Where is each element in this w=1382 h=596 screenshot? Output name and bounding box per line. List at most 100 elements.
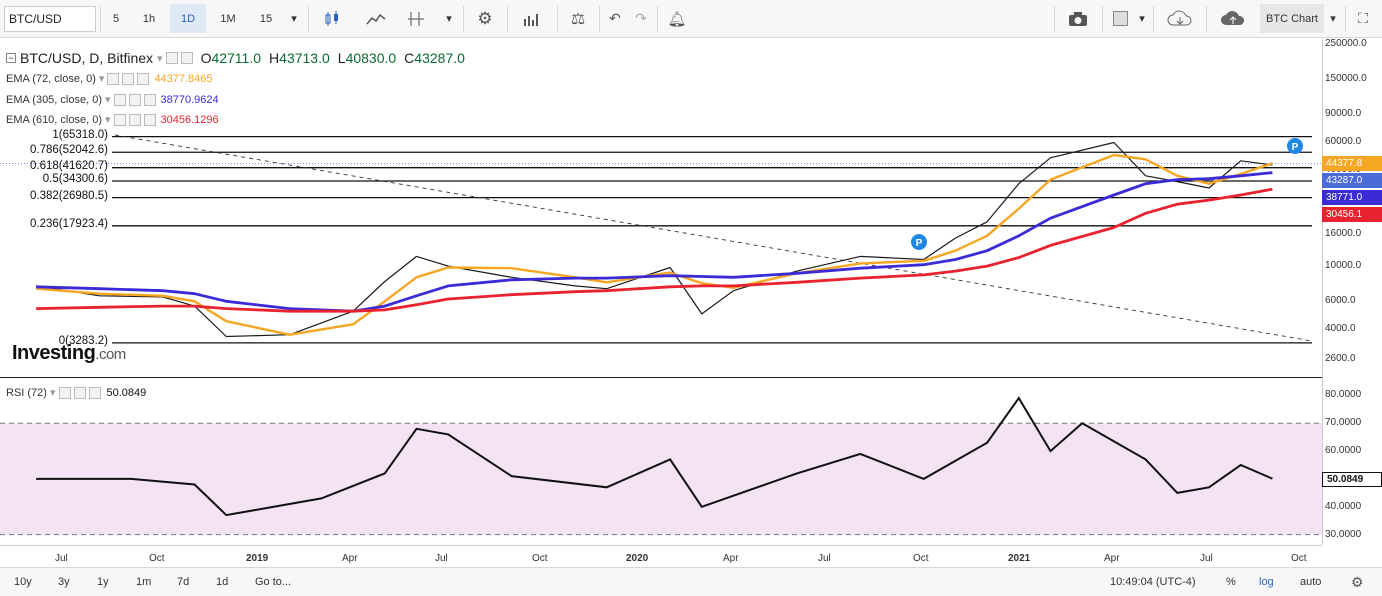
gear-icon[interactable] — [180, 52, 193, 64]
gear-icon[interactable] — [128, 113, 141, 126]
fullscreen-icon[interactable]: ⛶ — [1348, 4, 1378, 33]
range-7d-button[interactable]: 7d — [177, 573, 189, 591]
cloud-upload-icon[interactable] — [1208, 4, 1258, 33]
gear-icon[interactable] — [122, 72, 135, 85]
interval-1m-button[interactable]: 1M — [210, 4, 246, 33]
clock: 10:49:04 (UTC-4) — [1110, 576, 1196, 588]
low-value: 40830.0 — [345, 50, 397, 66]
investing-logo: Investing.com — [12, 342, 126, 365]
high-value: 43713.0 — [279, 50, 330, 66]
price-axis-label: 90000.0 — [1325, 108, 1362, 120]
separator — [657, 6, 658, 32]
alert-icon[interactable]: 🔔︎ — [660, 4, 694, 33]
price-axis-label: 60000.0 — [1325, 136, 1362, 148]
pane-divider[interactable] — [0, 377, 1322, 378]
chevron-down-icon[interactable]: ▾ — [438, 4, 460, 33]
chevron-down-icon[interactable]: ▾ — [157, 52, 163, 65]
camera-icon[interactable] — [1058, 4, 1098, 33]
chevron-down-icon[interactable]: ▾ — [105, 93, 111, 106]
interval-5-button[interactable]: 5 — [102, 4, 130, 33]
rsi-axis-label: 60.0000 — [1325, 445, 1362, 457]
auto-toggle[interactable]: auto — [1300, 573, 1321, 591]
rsi-chart[interactable] — [0, 379, 1322, 545]
logo-suffix: .com — [95, 346, 126, 363]
gear-icon[interactable] — [128, 93, 141, 106]
range-1d-button[interactable]: 1d — [216, 573, 228, 591]
close-label: C — [404, 50, 415, 66]
scale-icon[interactable]: ⚖ — [560, 4, 596, 33]
open-label: O — [200, 50, 212, 66]
candles-icon[interactable] — [312, 4, 352, 33]
interval-15-button[interactable]: 15 — [250, 4, 282, 33]
time-axis-label: Jul — [435, 553, 448, 564]
rsi-axis-label: 40.0000 — [1325, 500, 1362, 512]
time-axis-label: Oct — [532, 553, 548, 564]
interval-1h-button[interactable]: 1h — [132, 4, 166, 33]
undo-icon[interactable]: ↶ — [602, 4, 628, 33]
symbol-input[interactable] — [4, 6, 96, 32]
close-icon[interactable] — [143, 93, 156, 106]
fib-level-label: 0.786(52042.6) — [29, 144, 108, 157]
time-axis-label: Jul — [1200, 553, 1213, 564]
separator — [507, 6, 508, 32]
gear-icon[interactable]: ⚙ — [1351, 573, 1364, 591]
cloud-download-icon[interactable] — [1156, 4, 1204, 33]
chevron-down-icon[interactable]: ▾ — [50, 386, 56, 399]
price-axis-label: 250000.0 — [1325, 38, 1367, 49]
time-axis[interactable] — [0, 545, 1322, 567]
collapse-icon[interactable]: − — [6, 53, 16, 63]
eye-icon[interactable] — [107, 72, 120, 85]
compare-icon[interactable] — [398, 4, 434, 33]
eye-icon[interactable] — [58, 386, 71, 399]
range-1m-button[interactable]: 1m — [136, 573, 151, 591]
fib-level-label: 0.5(34300.6) — [42, 173, 108, 186]
rsi-value-tag: 50.0849 — [1322, 472, 1382, 487]
time-axis-label: Oct — [913, 553, 929, 564]
price-chart[interactable]: PP — [0, 39, 1322, 376]
eye-icon[interactable] — [113, 113, 126, 126]
goto-button[interactable]: Go to... — [255, 573, 291, 591]
main-legend: − BTC/USD, D, Bitfinex ▾ O 42711.0 H 43713… — [6, 50, 465, 66]
time-axis-label: Jul — [55, 553, 68, 564]
rsi-band — [0, 423, 1322, 535]
percent-toggle[interactable]: % — [1226, 573, 1236, 591]
ema-line — [36, 171, 1273, 313]
rsi-value: 50.0849 — [106, 386, 147, 399]
chevron-down-icon[interactable]: ▾ — [105, 113, 111, 126]
gear-icon[interactable]: ⚙ — [466, 4, 504, 33]
chevron-down-icon[interactable]: ▾ — [1134, 4, 1150, 33]
open-value: 42711.0 — [211, 50, 262, 66]
indicators-icon[interactable] — [510, 4, 554, 33]
separator — [1102, 6, 1103, 32]
logo-brand: Investing — [12, 342, 96, 364]
close-icon[interactable] — [143, 113, 156, 126]
layout-name-button[interactable]: BTC Chart — [1260, 4, 1324, 33]
rsi-axis-label: 70.0000 — [1325, 417, 1362, 429]
redo-icon[interactable]: ↷ — [628, 4, 654, 33]
legend-title: BTC/USD, D, Bitfinex — [20, 50, 154, 66]
range-3y-button[interactable]: 3y — [58, 573, 70, 591]
close-icon[interactable] — [88, 386, 101, 399]
price-axis-label: 16000.0 — [1325, 227, 1362, 239]
ema-value: 38770.9624 — [160, 93, 219, 106]
eye-icon[interactable] — [165, 52, 178, 64]
chevron-down-icon[interactable]: ▾ — [284, 4, 304, 33]
price-axis-label: 6000.0 — [1325, 295, 1356, 307]
chevron-down-icon[interactable]: ▾ — [99, 72, 105, 85]
gear-icon[interactable] — [73, 386, 86, 399]
eye-icon[interactable] — [113, 93, 126, 106]
close-value: 43287.0 — [414, 50, 465, 66]
bottom-bar: 10y 3y 1y 1m 7d 1d Go to... 10:49:04 (UT… — [0, 567, 1382, 596]
range-1y-button[interactable]: 1y — [97, 573, 109, 591]
range-10y-button[interactable]: 10y — [14, 573, 32, 591]
color-swatch-icon[interactable] — [1106, 4, 1134, 33]
chevron-down-icon[interactable]: ▾ — [1324, 4, 1342, 33]
time-axis-label: 2021 — [1008, 553, 1031, 564]
price-axis-label: 10000.0 — [1325, 260, 1362, 272]
interval-1d-button[interactable]: 1D — [170, 4, 206, 33]
separator — [1206, 6, 1207, 32]
fib-level-label: 1(65318.0) — [52, 128, 108, 141]
close-icon[interactable] — [137, 72, 150, 85]
line-chart-icon[interactable] — [356, 4, 396, 33]
log-toggle[interactable]: log — [1259, 573, 1274, 591]
